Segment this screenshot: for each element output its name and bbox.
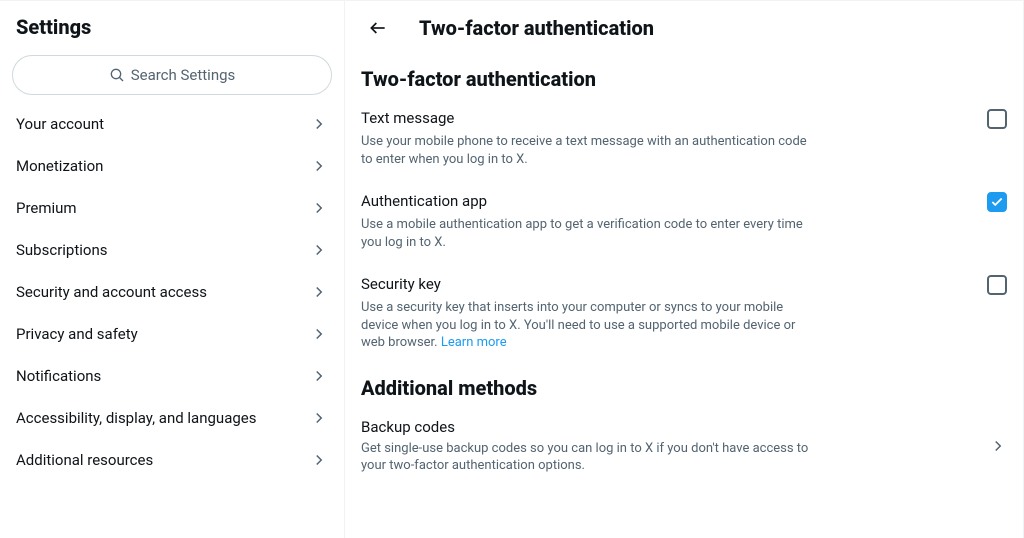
option-desc: Use your mobile phone to receive a text … xyxy=(361,133,821,168)
option-text-message: Text message Use your mobile phone to re… xyxy=(345,99,1023,182)
chevron-right-icon xyxy=(310,451,328,469)
settings-sidebar: Settings Search Settings Your account Mo… xyxy=(0,1,345,538)
settings-title: Settings xyxy=(0,1,344,55)
checkbox-text-message[interactable] xyxy=(987,109,1007,129)
sidebar-item-label: Premium xyxy=(16,199,77,217)
option-backup-codes[interactable]: Backup codes Get single-use backup codes… xyxy=(345,408,1023,489)
search-wrap: Search Settings xyxy=(0,55,344,103)
nav-option-text: Backup codes Get single-use backup codes… xyxy=(361,418,989,475)
option-head: Text message xyxy=(361,109,1007,129)
sidebar-item-label: Privacy and safety xyxy=(16,325,138,343)
sidebar-item-label: Subscriptions xyxy=(16,241,107,259)
sidebar-item-additional[interactable]: Additional resources xyxy=(0,439,344,481)
option-label: Text message xyxy=(361,109,454,127)
sidebar-item-your-account[interactable]: Your account xyxy=(0,103,344,145)
check-icon xyxy=(990,195,1004,209)
sidebar-item-label: Security and account access xyxy=(16,283,207,301)
sidebar-item-premium[interactable]: Premium xyxy=(0,187,344,229)
sidebar-item-accessibility[interactable]: Accessibility, display, and languages xyxy=(0,397,344,439)
option-security-key: Security key Use a security key that ins… xyxy=(345,265,1023,366)
sidebar-item-security[interactable]: Security and account access xyxy=(0,271,344,313)
option-label: Backup codes xyxy=(361,418,989,436)
option-desc: Get single-use backup codes so you can l… xyxy=(361,440,821,475)
main-header: Two-factor authentication xyxy=(345,1,1023,57)
checkbox-auth-app[interactable] xyxy=(987,192,1007,212)
sidebar-item-label: Monetization xyxy=(16,157,103,175)
back-button[interactable] xyxy=(361,11,395,45)
sidebar-item-label: Notifications xyxy=(16,367,101,385)
chevron-right-icon xyxy=(989,437,1007,455)
sidebar-item-subscriptions[interactable]: Subscriptions xyxy=(0,229,344,271)
arrow-left-icon xyxy=(368,18,388,38)
app-root: Settings Search Settings Your account Mo… xyxy=(0,0,1024,538)
chevron-right-icon xyxy=(310,409,328,427)
chevron-right-icon xyxy=(310,241,328,259)
checkbox-security-key[interactable] xyxy=(987,275,1007,295)
sidebar-item-notifications[interactable]: Notifications xyxy=(0,355,344,397)
sidebar-item-privacy[interactable]: Privacy and safety xyxy=(0,313,344,355)
search-placeholder: Search Settings xyxy=(131,66,236,84)
learn-more-link[interactable]: Learn more xyxy=(441,335,507,350)
page-title: Two-factor authentication xyxy=(419,16,654,40)
main-panel: Two-factor authentication Two-factor aut… xyxy=(345,1,1024,538)
chevron-right-icon xyxy=(310,157,328,175)
search-input[interactable]: Search Settings xyxy=(12,55,332,95)
chevron-right-icon xyxy=(310,199,328,217)
chevron-right-icon xyxy=(310,115,328,133)
search-icon xyxy=(109,67,125,83)
section-title-additional: Additional methods xyxy=(345,366,1023,408)
chevron-right-icon xyxy=(310,325,328,343)
sidebar-item-monetization[interactable]: Monetization xyxy=(0,145,344,187)
option-head: Authentication app xyxy=(361,192,1007,212)
chevron-right-icon xyxy=(310,367,328,385)
sidebar-item-label: Additional resources xyxy=(16,451,153,469)
option-desc: Use a security key that inserts into you… xyxy=(361,299,821,352)
option-label: Authentication app xyxy=(361,192,487,210)
option-auth-app: Authentication app Use a mobile authenti… xyxy=(345,182,1023,265)
option-desc: Use a mobile authentication app to get a… xyxy=(361,216,821,251)
option-label: Security key xyxy=(361,275,441,293)
sidebar-item-label: Your account xyxy=(16,115,104,133)
chevron-right-icon xyxy=(310,283,328,301)
section-title-2fa: Two-factor authentication xyxy=(345,57,1023,99)
sidebar-item-label: Accessibility, display, and languages xyxy=(16,409,256,427)
option-desc-text: Use a security key that inserts into you… xyxy=(361,300,795,350)
option-head: Security key xyxy=(361,275,1007,295)
